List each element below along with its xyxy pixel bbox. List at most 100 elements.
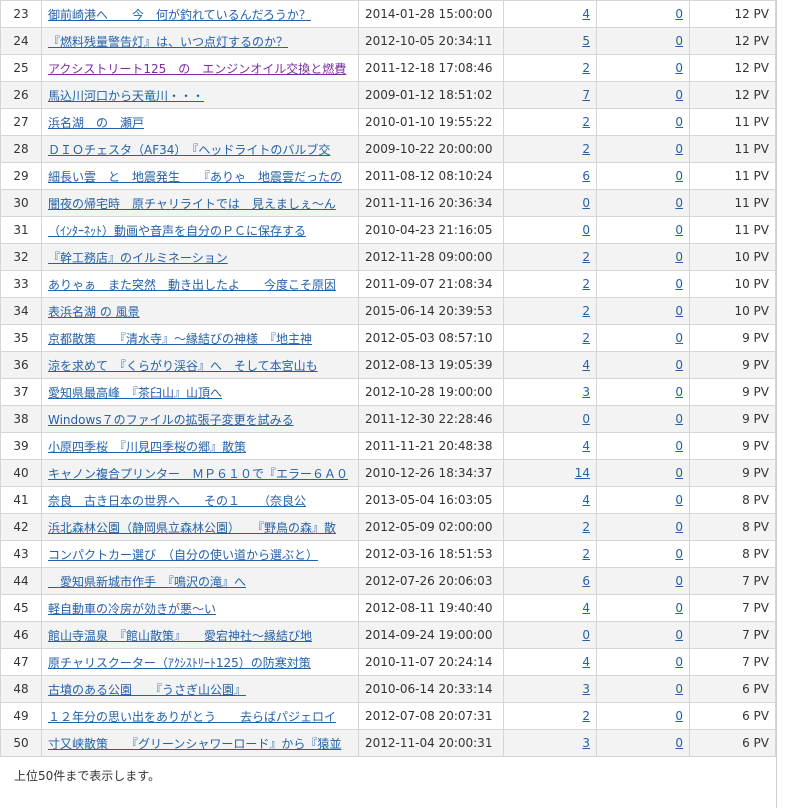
trackback-count-link[interactable]: 0 (675, 250, 683, 264)
article-title-link[interactable]: 愛知県最高峰 『茶臼山』山頂へ (48, 386, 222, 400)
trackback-count-link[interactable]: 0 (675, 547, 683, 561)
article-title-link[interactable]: 涼を求めて 『くらがり渓谷』へ そして本宮山も (48, 359, 318, 373)
date-cell: 2012-11-28 09:00:00 (358, 243, 504, 271)
trackback-count-link[interactable]: 0 (675, 709, 683, 723)
comment-count-link[interactable]: 2 (582, 547, 590, 561)
article-title-link[interactable]: 表浜名湖 の 風景 (48, 305, 140, 319)
article-title-link[interactable]: １２年分の思い出をありがとう 去らばパジェロイ (48, 710, 336, 724)
comment-count-link[interactable]: 2 (582, 709, 590, 723)
article-title-link[interactable]: ＤＩＯチェスタ（AF34） 『ヘッドライトのバルブ交 (48, 143, 330, 157)
article-title-link[interactable]: （ｲﾝﾀｰﾈｯﾄ）動画や音声を自分のＰＣに保存する (48, 224, 306, 238)
comment-count-link[interactable]: 5 (582, 34, 590, 48)
comment-count-link[interactable]: 4 (582, 655, 590, 669)
comment-count-link[interactable]: 4 (582, 439, 590, 453)
comment-count-link[interactable]: 3 (582, 736, 590, 750)
article-title-link[interactable]: 寸又峡散策 『グリーンシャワーロード』から『猿並 (48, 737, 341, 751)
article-title-link[interactable]: コンパクトカー選び （自分の使い道から選ぶと） (48, 548, 318, 562)
article-title-link[interactable]: 馬込川河口から天竜川・・・ (48, 89, 204, 103)
article-title-link[interactable]: Windows７のファイルの拡張子変更を試みる (48, 413, 294, 427)
comment-count-link[interactable]: 4 (582, 493, 590, 507)
article-title-link[interactable]: 細長い雲 と 地震発生 『ありゃ 地震雲だったの (48, 170, 342, 184)
article-title-link[interactable]: 御前崎港へ 今 何が釣れているんだろうか？ (48, 8, 311, 22)
trackback-count-link[interactable]: 0 (675, 61, 683, 75)
trackback-count-link[interactable]: 0 (675, 493, 683, 507)
article-title-link[interactable]: 浜北森林公園（静岡県立森林公園） 『野鳥の森』散 (48, 521, 336, 535)
trackback-cell: 0 (596, 648, 690, 676)
comment-count-link[interactable]: 2 (582, 142, 590, 156)
article-title-link[interactable]: 館山寺温泉 『館山散策』 愛宕神社～縁結び地 (48, 629, 312, 643)
article-title-link[interactable]: キャノン複合プリンター ＭＰ６１０で『エラー６Ａ０ (48, 467, 348, 481)
trackback-count-link[interactable]: 0 (675, 304, 683, 318)
page-view-count: 9 PV (742, 358, 769, 372)
pv-cell: 10 PV (689, 297, 776, 325)
article-title-link[interactable]: 小原四季桜 『川見四季桜の郷』散策 (48, 440, 246, 454)
trackback-count-link[interactable]: 0 (675, 628, 683, 642)
comment-count-link[interactable]: 2 (582, 331, 590, 345)
article-title-link[interactable]: 浜名湖 の 瀬戸 (48, 116, 144, 130)
article-title-link[interactable]: 『燃料残量警告灯』は、いつ点灯するのか？ (48, 35, 288, 49)
trackback-count-link[interactable]: 0 (675, 115, 683, 129)
trackback-count-link[interactable]: 0 (675, 520, 683, 534)
comment-count-link[interactable]: 2 (582, 61, 590, 75)
article-title-link[interactable]: 奈良 古き日本の世界へ その１ （奈良公 (48, 494, 306, 508)
article-title-link[interactable]: 『幹工務店』のイルミネーション (48, 251, 228, 265)
comment-count-link[interactable]: 4 (582, 358, 590, 372)
trackback-count-link[interactable]: 0 (675, 574, 683, 588)
trackback-count-link[interactable]: 0 (675, 88, 683, 102)
rank-cell: 36 (0, 351, 42, 379)
rank-number: 44 (13, 574, 29, 588)
comment-count-link[interactable]: 2 (582, 250, 590, 264)
trackback-count-link[interactable]: 0 (675, 466, 683, 480)
comment-count-link[interactable]: 0 (582, 628, 590, 642)
article-title-link[interactable]: 京都散策 『清水寺』～縁結びの神様 『地主神 (48, 332, 312, 346)
article-title-link[interactable]: 軽自動車の冷房が効きが悪～い (48, 602, 216, 616)
comments-cell: 3 (503, 378, 597, 406)
comment-count-link[interactable]: 3 (582, 682, 590, 696)
trackback-count-link[interactable]: 0 (675, 601, 683, 615)
comment-count-link[interactable]: 4 (582, 601, 590, 615)
table-row: 27 浜名湖 の 瀬戸 2010-01-10 19:55:22 2 0 11 P… (0, 108, 776, 136)
comment-count-link[interactable]: 3 (582, 385, 590, 399)
article-title-link[interactable]: 古墳のある公園 『うさぎ山公園』 (48, 683, 246, 697)
comment-count-link[interactable]: 6 (582, 169, 590, 183)
page-view-count: 9 PV (742, 439, 769, 453)
comment-count-link[interactable]: 2 (582, 115, 590, 129)
trackback-count-link[interactable]: 0 (675, 736, 683, 750)
comment-count-link[interactable]: 0 (582, 412, 590, 426)
trackback-count-link[interactable]: 0 (675, 223, 683, 237)
comment-count-link[interactable]: 2 (582, 304, 590, 318)
trackback-count-link[interactable]: 0 (675, 331, 683, 345)
article-title-link[interactable]: 闇夜の帰宅時 原チャリライトでは 見えましぇ～ん (48, 197, 336, 211)
trackback-count-link[interactable]: 0 (675, 412, 683, 426)
pv-cell: 12 PV (689, 0, 776, 28)
comment-count-link[interactable]: 2 (582, 520, 590, 534)
article-title-link[interactable]: 愛知県新城市作手 『鳴沢の滝』へ (48, 575, 246, 589)
comment-count-link[interactable]: 6 (582, 574, 590, 588)
article-title-link[interactable]: ありゃぁ また突然 動き出したよ 今度こそ原因 (48, 278, 336, 292)
trackback-count-link[interactable]: 0 (675, 196, 683, 210)
rank-number: 38 (13, 412, 29, 426)
trackback-count-link[interactable]: 0 (675, 655, 683, 669)
comment-count-link[interactable]: 0 (582, 196, 590, 210)
trackback-cell: 0 (596, 0, 690, 28)
comment-count-link[interactable]: 7 (582, 88, 590, 102)
trackback-count-link[interactable]: 0 (675, 385, 683, 399)
trackback-count-link[interactable]: 0 (675, 682, 683, 696)
trackback-count-link[interactable]: 0 (675, 7, 683, 21)
trackback-count-link[interactable]: 0 (675, 358, 683, 372)
trackback-count-link[interactable]: 0 (675, 169, 683, 183)
trackback-count-link[interactable]: 0 (675, 142, 683, 156)
comment-count-link[interactable]: 0 (582, 223, 590, 237)
trackback-count-link[interactable]: 0 (675, 439, 683, 453)
title-cell: 馬込川河口から天竜川・・・ (41, 81, 359, 109)
table-row: 25 アクシストリート125 の エンジンオイル交換と燃費 2011-12-18… (0, 54, 776, 82)
comment-count-link[interactable]: 4 (582, 7, 590, 21)
trackback-count-link[interactable]: 0 (675, 277, 683, 291)
article-title-link[interactable]: 原チャリスクーター（ｱｸｼｽﾄﾘｰﾄ125）の防寒対策 (48, 656, 311, 670)
comments-cell: 7 (503, 81, 597, 109)
comment-count-link[interactable]: 14 (575, 466, 590, 480)
trackback-count-link[interactable]: 0 (675, 34, 683, 48)
article-title-link[interactable]: アクシストリート125 の エンジンオイル交換と燃費 (48, 62, 346, 76)
post-date: 2012-11-28 09:00:00 (365, 250, 493, 264)
comment-count-link[interactable]: 2 (582, 277, 590, 291)
